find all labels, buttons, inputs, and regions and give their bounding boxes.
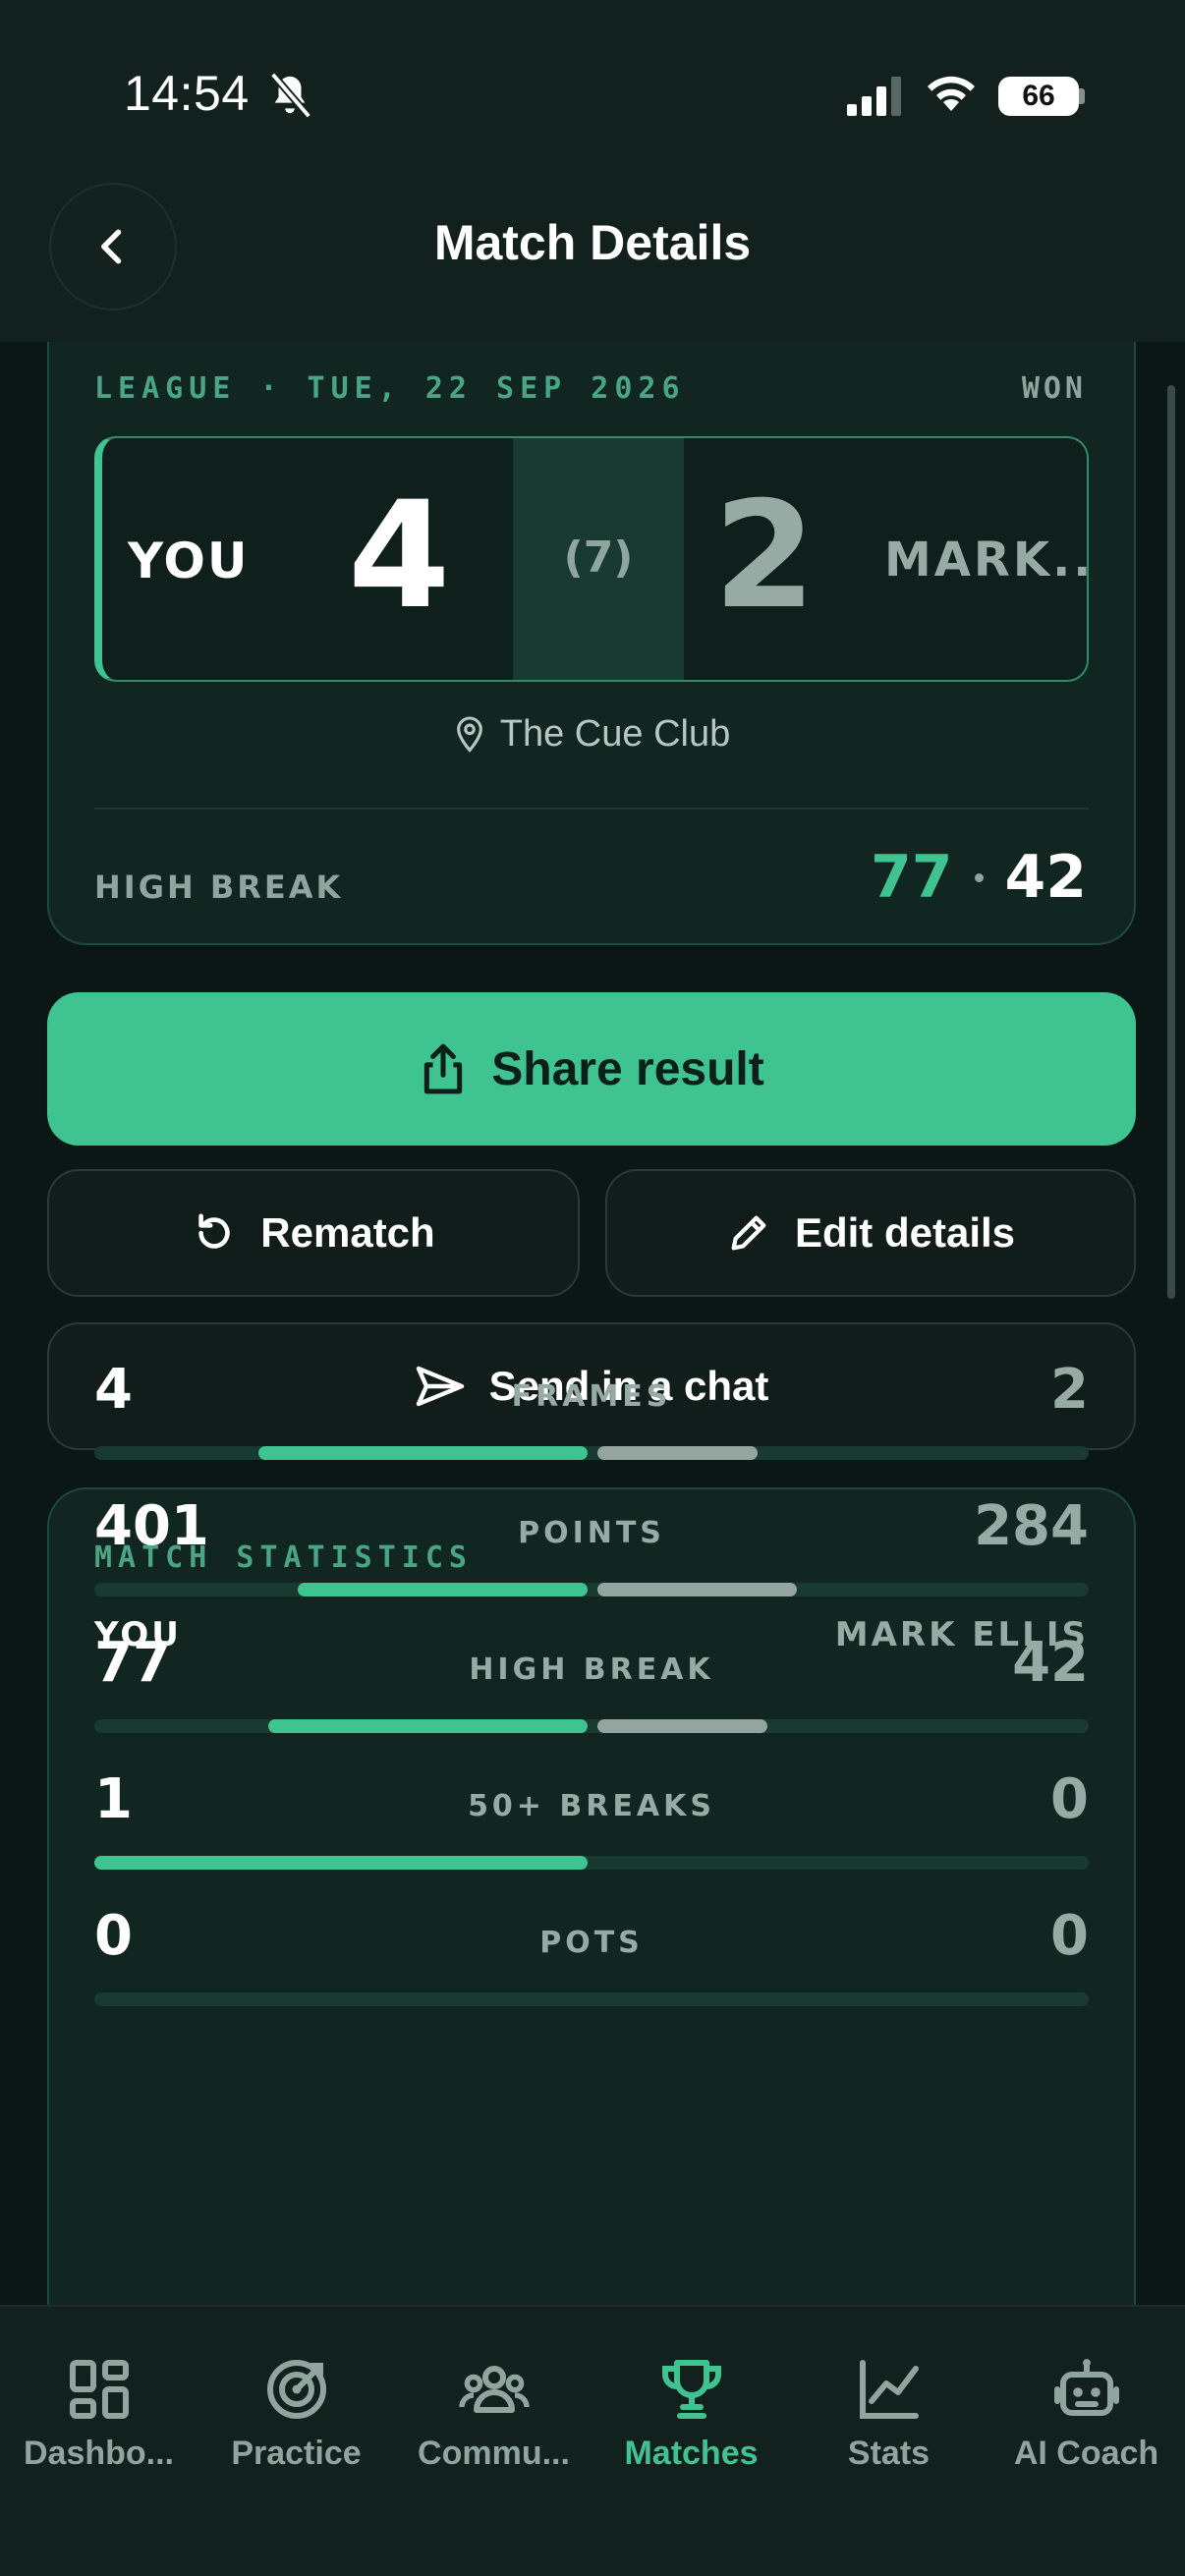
player-score: 4: [348, 471, 451, 642]
scrollbar[interactable]: [1167, 385, 1175, 1299]
stat-bar-you: [268, 1719, 588, 1733]
tab-practice-label: Practice: [231, 2435, 362, 2472]
stat-bar-opponent: [597, 1583, 797, 1596]
player-name: YOU: [128, 532, 250, 589]
tab-stats[interactable]: Stats: [790, 2354, 988, 2473]
separator-dot: [974, 872, 984, 882]
tab-dashboard[interactable]: Dashbo...: [0, 2354, 198, 2473]
share-icon: [424, 1043, 463, 1094]
stat-label: POTS: [539, 1926, 644, 1960]
edit-details-label: Edit details: [794, 1209, 1016, 1256]
battery-indicator: 66: [998, 77, 1079, 116]
stat-bar-track: [94, 1992, 1089, 2006]
page-title: Match Details: [433, 215, 752, 270]
stat-bar-you: [298, 1583, 588, 1596]
stat-row: 1 50+ BREAKS 0: [94, 1767, 1089, 1895]
venue-name: The Cue Club: [499, 713, 731, 755]
opponent-name: MARK...: [884, 532, 1087, 588]
battery-tip: [1079, 88, 1085, 104]
share-result-button[interactable]: Share result: [47, 992, 1136, 1146]
community-icon: [458, 2366, 530, 2413]
opponent-score: 2: [713, 471, 817, 642]
trophy-icon: [661, 2360, 721, 2419]
stat-row: 401 POINTS 284: [94, 1494, 1089, 1622]
stat-bar-track: [94, 1583, 1089, 1596]
tab-community-label: Commu...: [418, 2435, 570, 2472]
stat-opponent-value: 0: [1050, 1904, 1089, 1968]
match-summary-card: LEAGUE · TUE, 22 SEP 2026 WON YOU 4 (7) …: [47, 342, 1136, 945]
stat-bar-track: [94, 1446, 1089, 1460]
rematch-refresh-icon: [198, 1213, 230, 1249]
stat-label: 50+ BREAKS: [468, 1789, 715, 1823]
dashboard-icon: [69, 2360, 129, 2419]
stat-bar-track: [94, 1856, 1089, 1870]
target-icon: [266, 2360, 326, 2419]
stat-label: POINTS: [518, 1516, 665, 1550]
content-scroll-area[interactable]: LEAGUE · TUE, 22 SEP 2026 WON YOU 4 (7) …: [0, 342, 1185, 2305]
venue-row: The Cue Club: [49, 713, 1134, 756]
stat-bar-opponent: [597, 1446, 758, 1460]
high-break-values: 77 42: [871, 843, 1087, 912]
stat-opponent-value: 42: [1012, 1631, 1089, 1695]
stat-bar-track: [94, 1719, 1089, 1733]
bell-muted-icon: [269, 72, 312, 119]
tab-dashboard-label: Dashbo...: [23, 2435, 175, 2472]
wifi-icon: [928, 76, 975, 111]
top-header: 14:54 66 Match Details: [0, 0, 1185, 342]
robot-icon: [1053, 2359, 1119, 2416]
tab-stats-label: Stats: [847, 2435, 931, 2472]
stat-bar-you: [258, 1446, 588, 1460]
tab-ai-coach-label: AI Coach: [1013, 2435, 1159, 2472]
stat-label: HIGH BREAK: [469, 1652, 714, 1687]
high-break-you: 77: [871, 843, 953, 912]
stat-row: 4 FRAMES 2: [94, 1358, 1089, 1485]
stat-row: 77 HIGH BREAK 42: [94, 1631, 1089, 1759]
bottom-tab-bar: Dashbo... Practice Commu... Matches Stat…: [0, 2305, 1185, 2576]
tab-practice[interactable]: Practice: [198, 2354, 395, 2473]
edit-details-button[interactable]: Edit details: [605, 1169, 1136, 1297]
result-badge: WON: [1021, 371, 1087, 406]
location-pin-icon: [456, 715, 482, 753]
tab-matches-label: Matches: [624, 2435, 759, 2472]
stat-label: FRAMES: [511, 1379, 672, 1414]
card-divider: [94, 808, 1089, 810]
tab-ai-coach[interactable]: AI Coach: [988, 2354, 1185, 2473]
rematch-button[interactable]: Rematch: [47, 1169, 580, 1297]
cellular-signal-icon: [847, 77, 901, 116]
tab-matches[interactable]: Matches: [592, 2354, 790, 2473]
match-meta: LEAGUE · TUE, 22 SEP 2026: [94, 371, 686, 406]
stat-opponent-value: 2: [1050, 1358, 1089, 1422]
rematch-label: Rematch: [260, 1209, 435, 1256]
pencil-icon: [731, 1215, 766, 1251]
stat-opponent-value: 0: [1050, 1767, 1089, 1831]
chart-icon: [859, 2360, 919, 2419]
scoreboard: YOU 4 (7) 2 MARK...: [94, 436, 1089, 682]
share-result-label: Share result: [491, 1042, 764, 1095]
high-break-label: HIGH BREAK: [94, 868, 344, 906]
stat-bar-opponent: [597, 1719, 767, 1733]
stat-opponent-value: 284: [974, 1494, 1089, 1558]
status-time: 14:54: [124, 66, 250, 121]
stat-bar-you: [94, 1856, 588, 1870]
high-break-opponent: 42: [1004, 843, 1088, 912]
tab-community[interactable]: Commu...: [395, 2354, 592, 2473]
frames-total: (7): [563, 532, 634, 583]
stat-row: 0 POTS 0: [94, 1904, 1089, 2032]
